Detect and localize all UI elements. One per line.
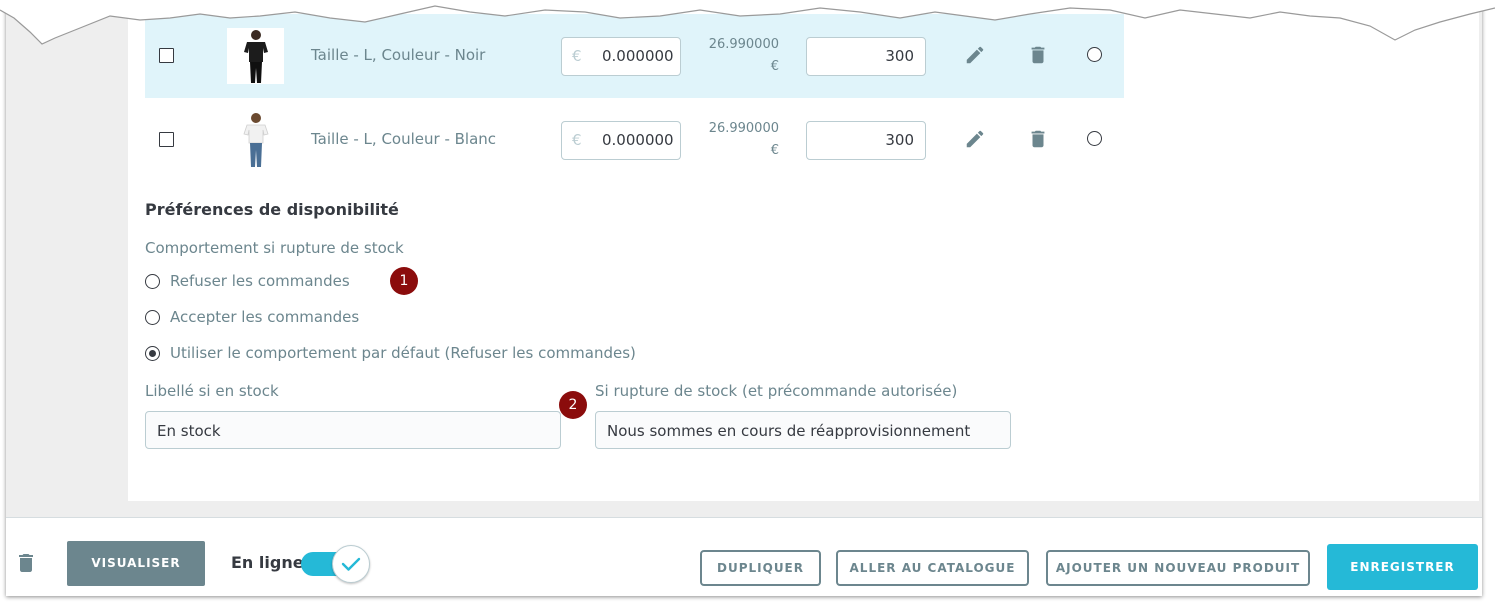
- duplicate-button[interactable]: DUPLIQUER: [700, 550, 821, 586]
- final-price-value: 26.990000: [708, 37, 779, 52]
- callout-badge-2: 2: [559, 391, 587, 419]
- delete-product-trash-icon[interactable]: [14, 551, 36, 573]
- toggle-knob: [332, 545, 370, 583]
- final-price: 26.990000 €: [689, 34, 779, 78]
- variant-thumbnail: [227, 112, 284, 168]
- tshirt-model-white-image: [227, 112, 284, 168]
- in-stock-input[interactable]: En stock: [145, 411, 561, 449]
- quantity-value: 300: [885, 131, 914, 149]
- availability-title: Préférences de disponibilité: [145, 200, 399, 219]
- online-label: En ligne: [231, 553, 304, 572]
- row-checkbox[interactable]: [159, 132, 174, 147]
- trash-icon[interactable]: [1027, 44, 1049, 66]
- price-impact-input[interactable]: € 0.000000: [561, 121, 681, 160]
- online-toggle[interactable]: [300, 545, 371, 583]
- pencil-icon[interactable]: [964, 44, 986, 66]
- option-label: Refuser les commandes: [170, 272, 350, 290]
- in-stock-value: En stock: [157, 422, 221, 440]
- quantity-input[interactable]: 300: [806, 121, 926, 160]
- variant-thumbnail: [227, 28, 284, 84]
- price-impact-value: 0.000000: [602, 131, 674, 149]
- quantity-input[interactable]: 300: [806, 37, 926, 76]
- backorder-input[interactable]: Nous sommes en cours de réapprovisionnem…: [595, 411, 1011, 449]
- preview-button[interactable]: VISUALISER: [67, 541, 205, 586]
- radio-default-behavior[interactable]: [145, 346, 160, 361]
- final-price: 26.990000 €: [689, 118, 779, 162]
- out-of-stock-label: Comportement si rupture de stock: [145, 239, 404, 257]
- combination-row-blanc[interactable]: Taille - L, Couleur - Blanc € 0.000000 2…: [145, 98, 1124, 182]
- backorder-label: Si rupture de stock (et précommande auto…: [595, 382, 958, 400]
- add-new-product-button[interactable]: AJOUTER UN NOUVEAU PRODUIT: [1046, 550, 1310, 586]
- check-icon: [341, 557, 361, 571]
- radio-refuse-orders[interactable]: [145, 274, 160, 289]
- final-price-value: 26.990000: [708, 121, 779, 136]
- price-impact-value: 0.000000: [602, 47, 674, 65]
- default-combination-radio[interactable]: [1087, 131, 1102, 146]
- final-price-currency: €: [770, 143, 779, 158]
- combinations-panel: Taille - L, Couleur - Noir € 0.000000 26…: [128, 0, 1479, 501]
- radio-accept-orders[interactable]: [145, 310, 160, 325]
- tshirt-model-black-image: [227, 28, 284, 84]
- default-combination-radio[interactable]: [1087, 47, 1102, 62]
- trash-icon[interactable]: [1027, 128, 1049, 150]
- product-editor-window: Taille - L, Couleur - Noir € 0.000000 26…: [6, 0, 1482, 596]
- currency-symbol: €: [572, 47, 582, 65]
- variant-name: Taille - L, Couleur - Noir: [311, 46, 486, 64]
- option-label: Accepter les commandes: [170, 308, 360, 326]
- final-price-currency: €: [770, 59, 779, 74]
- backorder-value: Nous sommes en cours de réapprovisionnem…: [607, 422, 971, 440]
- save-button[interactable]: ENREGISTRER: [1327, 544, 1478, 590]
- go-to-catalog-button[interactable]: ALLER AU CATALOGUE: [836, 550, 1029, 586]
- pencil-icon[interactable]: [964, 128, 986, 150]
- combination-row-noir[interactable]: Taille - L, Couleur - Noir € 0.000000 26…: [145, 14, 1124, 98]
- price-impact-input[interactable]: € 0.000000: [561, 37, 681, 76]
- quantity-value: 300: [885, 47, 914, 65]
- option-label: Utiliser le comportement par défaut (Ref…: [170, 344, 636, 362]
- callout-badge-1: 1: [390, 267, 418, 295]
- in-stock-label: Libellé si en stock: [145, 382, 279, 400]
- product-footer-toolbar: VISUALISER En ligne DUPLIQUER ALLER AU C…: [6, 517, 1482, 596]
- currency-symbol: €: [572, 131, 582, 149]
- variant-name: Taille - L, Couleur - Blanc: [311, 130, 497, 148]
- row-checkbox[interactable]: [159, 48, 174, 63]
